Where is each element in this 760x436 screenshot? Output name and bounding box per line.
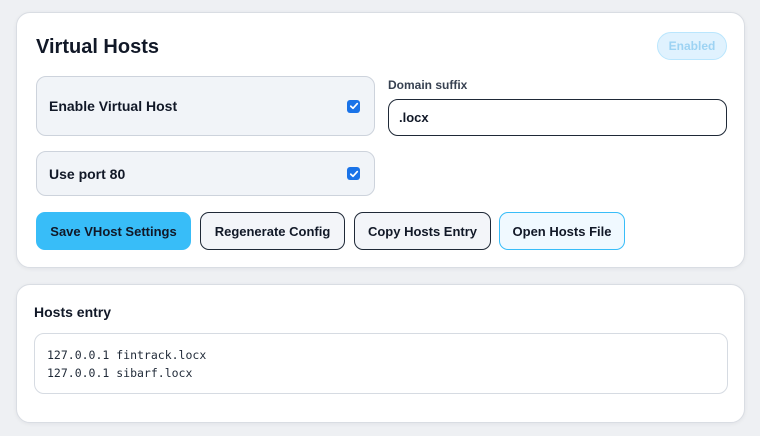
regenerate-config-button[interactable]: Regenerate Config xyxy=(200,212,345,250)
save-vhost-settings-button[interactable]: Save VHost Settings xyxy=(36,212,191,250)
hosts-entry-box[interactable]: 127.0.0.1 fintrack.locx 127.0.0.1 sibarf… xyxy=(34,333,728,394)
status-badge: Enabled xyxy=(657,32,727,60)
enable-virtual-host-checkbox[interactable] xyxy=(347,99,360,113)
hosts-line: 127.0.0.1 fintrack.locx xyxy=(47,348,207,362)
domain-suffix-input[interactable] xyxy=(388,99,727,136)
use-port-80-checkbox[interactable] xyxy=(347,167,360,180)
enable-virtual-host-label: Enable Virtual Host xyxy=(49,98,178,114)
use-port-80-toggle[interactable]: Use port 80 xyxy=(36,151,375,196)
domain-suffix-label: Domain suffix xyxy=(388,78,468,92)
virtual-hosts-card: Virtual Hosts Enabled Enable Virtual Hos… xyxy=(16,12,745,268)
hosts-entry-title: Hosts entry xyxy=(34,304,112,320)
open-hosts-file-button[interactable]: Open Hosts File xyxy=(499,212,625,250)
page-title: Virtual Hosts xyxy=(36,36,159,58)
check-icon xyxy=(349,170,358,177)
use-port-80-label: Use port 80 xyxy=(49,165,126,182)
enable-virtual-host-toggle[interactable]: Enable Virtual Host xyxy=(36,76,375,136)
check-icon xyxy=(349,102,358,110)
copy-hosts-entry-button[interactable]: Copy Hosts Entry xyxy=(354,212,491,250)
hosts-entry-card: Hosts entry 127.0.0.1 fintrack.locx 127.… xyxy=(16,284,745,423)
hosts-line: 127.0.0.1 sibarf.locx xyxy=(47,366,193,380)
